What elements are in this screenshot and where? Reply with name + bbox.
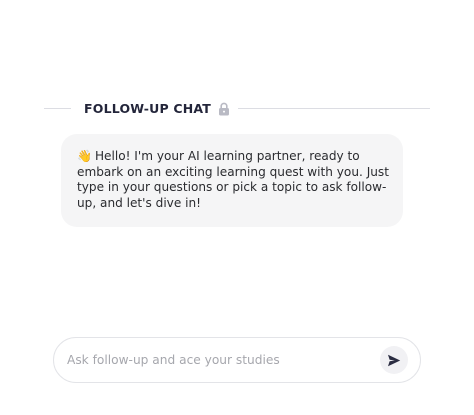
chat-input-bar	[53, 337, 421, 383]
send-icon	[388, 354, 401, 366]
lock-icon	[218, 101, 230, 116]
follow-up-input[interactable]	[67, 353, 380, 367]
follow-up-chat-header: FOLLOW-UP CHAT	[44, 98, 430, 118]
send-button[interactable]	[380, 346, 408, 374]
assistant-message-bubble: 👋 Hello! I'm your AI learning partner, re…	[61, 134, 403, 227]
divider-left	[44, 107, 71, 109]
section-title: FOLLOW-UP CHAT	[84, 100, 212, 116]
divider-right	[238, 107, 430, 109]
message-text: Hello! I'm your AI learning partner, rea…	[77, 149, 389, 210]
waving-hand-icon: 👋	[77, 149, 92, 163]
